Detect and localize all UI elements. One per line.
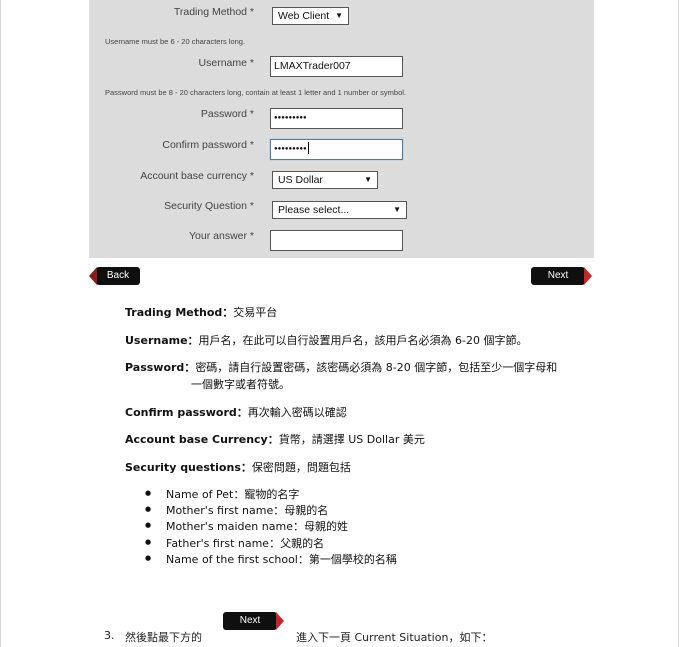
chevron-down-icon: ▼ <box>364 175 372 184</box>
answer-input[interactable] <box>270 230 403 251</box>
desc-security-questions: 保密問題，問題包括 <box>251 461 351 474</box>
security-question-label: Security Question * <box>164 200 254 212</box>
step-text-after: 進入下一頁 Current Situation，如下： <box>296 631 493 644</box>
security-question-value: Please select... <box>278 204 350 216</box>
page-border-left <box>0 0 1 647</box>
trading-method-value: Web Client <box>278 10 330 22</box>
back-button[interactable]: Back <box>89 267 140 285</box>
currency-select[interactable]: US Dollar ▼ <box>272 171 378 189</box>
username-label: Username * <box>198 57 254 69</box>
desc-password-line1: 密碼，請自行設置密碼，該密碼必須為 8-20 個字節，包括至少一個字母和 <box>195 361 558 374</box>
confirm-password-value: ●●●●●●●●● <box>274 146 307 152</box>
explain-confirm-password: Confirm password：再次輸入密碼以確認 <box>125 404 347 420</box>
desc-currency: 貨幣，請選擇 US Dollar 美元 <box>278 433 425 446</box>
desc-trading-method: 交易平台 <box>233 306 278 319</box>
step-next-button-image: Next <box>223 612 284 630</box>
chevron-down-icon: ▼ <box>335 11 343 20</box>
list-item: Father's first name：父親的名 <box>145 535 397 551</box>
currency-label: Account base currency * <box>140 170 254 182</box>
trading-method-label: Trading Method * <box>173 6 254 18</box>
explain-currency: Account base Currency：貨幣，請選擇 US Dollar 美… <box>125 431 425 447</box>
username-input[interactable]: LMAXTrader007 <box>270 56 403 77</box>
chevron-down-icon: ▼ <box>393 205 401 214</box>
page-border-right <box>678 0 679 647</box>
term-confirm-password: Confirm password： <box>125 406 248 419</box>
desc-password-line2: 一個數字或者符號。 <box>191 378 290 391</box>
desc-confirm-password: 再次輸入密碼以確認 <box>247 406 347 419</box>
answer-label: Your answer * <box>189 230 254 242</box>
username-hint: Username must be 6 - 20 characters long. <box>105 37 246 46</box>
confirm-password-input[interactable]: ●●●●●●●●● <box>270 139 403 160</box>
password-input[interactable]: ●●●●●●●●● <box>270 108 403 129</box>
password-value: ●●●●●●●●● <box>274 115 307 121</box>
explain-username: Username：用戶名，在此可以自行設置用戶名，該用戶名必須為 6-20 個字… <box>125 332 528 348</box>
next-button[interactable]: Next <box>531 267 592 285</box>
security-question-select[interactable]: Please select... ▼ <box>272 201 407 219</box>
text-caret <box>307 142 309 155</box>
list-item: Name of Pet：寵物的名字 <box>145 486 397 502</box>
term-password: Password： <box>125 361 196 374</box>
currency-value: US Dollar <box>278 174 323 186</box>
security-question-list: Name of Pet：寵物的名字 Mother's first name：母親… <box>145 486 397 567</box>
password-label: Password * <box>200 108 254 120</box>
trading-method-select[interactable]: Web Client ▼ <box>272 7 349 25</box>
term-currency: Account base Currency： <box>125 433 279 446</box>
password-hint: Password must be 8 - 20 characters long,… <box>105 88 406 97</box>
list-item: Mother's first name：母親的名 <box>145 502 397 518</box>
explain-trading-method: Trading Method：交易平台 <box>125 304 277 320</box>
username-value: LMAXTrader007 <box>274 60 351 72</box>
registration-form-panel: Trading Method * Web Client ▼ Username m… <box>89 0 594 258</box>
step-number: 3. <box>104 629 115 642</box>
list-item: Mother's maiden name：母親的姓 <box>145 518 397 534</box>
list-item: Name of the first school：第一個學校的名稱 <box>145 551 397 567</box>
confirm-password-label: Confirm password * <box>162 139 254 151</box>
term-trading-method: Trading Method： <box>125 306 234 319</box>
step-text-before: 然後點最下方的 <box>125 631 202 644</box>
explain-password: Password：密碼，請自行設置密碼，該密碼必須為 8-20 個字節，包括至少… <box>125 359 557 375</box>
explain-security-questions: Security questions：保密問題，問題包括 <box>125 459 351 475</box>
desc-username: 用戶名，在此可以自行設置用戶名，該用戶名必須為 6-20 個字節。 <box>198 334 528 347</box>
term-security-questions: Security questions： <box>125 461 252 474</box>
term-username: Username： <box>125 334 199 347</box>
